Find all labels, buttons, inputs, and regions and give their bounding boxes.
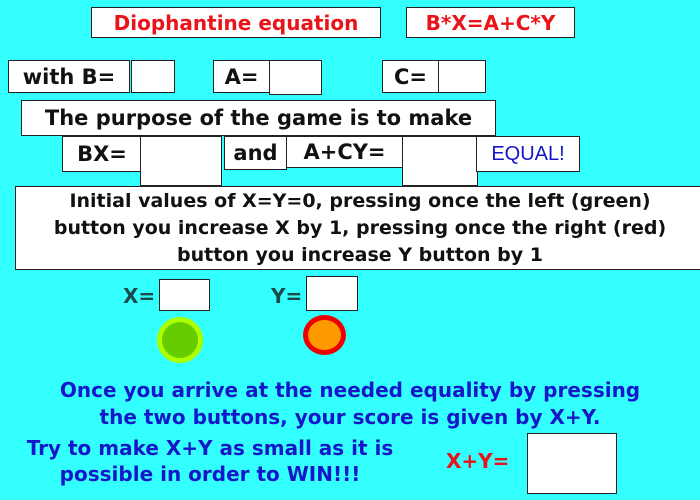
- y-label: Y=: [271, 284, 303, 308]
- red-increase-y-button[interactable]: [303, 315, 346, 355]
- instructions-line-1: Initial values of X=Y=0, pressing once t…: [69, 189, 651, 212]
- green-increase-x-button[interactable]: [157, 317, 203, 363]
- bx-value-field: [140, 136, 222, 186]
- footer-text-3: Try to make X+Y as small as it is: [26, 436, 394, 460]
- acy-value-field: [402, 136, 478, 186]
- instructions-panel: Initial values of X=Y=0, pressing once t…: [15, 186, 700, 270]
- game-title: Diophantine equation: [91, 7, 381, 38]
- a-value-field[interactable]: [269, 60, 322, 95]
- instructions-line-2: button you increase X by 1, pressing onc…: [53, 216, 667, 239]
- footer-text-2: the two buttons, your score is given by …: [99, 405, 601, 429]
- b-label: with B=: [8, 60, 130, 93]
- y-value-field: [306, 276, 358, 311]
- instructions-line-3: button you increase Y button by 1: [177, 243, 543, 266]
- x-value-field: [159, 279, 210, 311]
- acy-label: A+CY=: [286, 136, 403, 168]
- score-label: X+Y=: [446, 449, 510, 473]
- bx-label: BX=: [62, 136, 142, 172]
- purpose-text: The purpose of the game is to make: [21, 100, 496, 136]
- b-value-field[interactable]: [131, 60, 175, 93]
- score-value-field: [527, 433, 617, 494]
- c-value-field[interactable]: [438, 60, 486, 93]
- footer-text-4: possible in order to WIN!!!: [59, 462, 361, 486]
- c-label: C=: [382, 60, 439, 93]
- footer-text-1: Once you arrive at the needed equality b…: [59, 378, 641, 402]
- and-label: and: [224, 136, 287, 170]
- equation-label: B*X=A+C*Y: [406, 7, 575, 38]
- x-label: X=: [123, 284, 156, 308]
- a-label: A=: [213, 60, 270, 93]
- equal-status: EQUAL!: [476, 136, 580, 172]
